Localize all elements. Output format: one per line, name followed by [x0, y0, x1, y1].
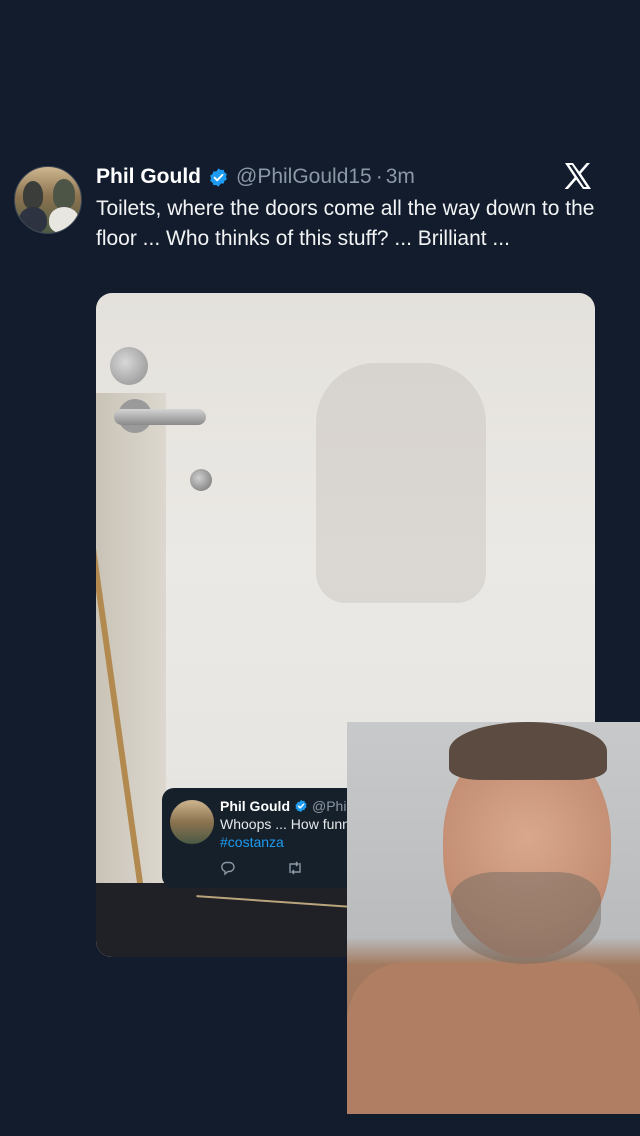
door-reflection: [316, 363, 486, 603]
tweet-time[interactable]: 3m: [386, 165, 415, 189]
shirt: [347, 962, 640, 1114]
retweet-button[interactable]: [286, 860, 304, 876]
author-avatar[interactable]: [14, 166, 82, 234]
tweet-text: Toilets, where the doors come all the wa…: [96, 197, 595, 250]
beard: [451, 872, 601, 964]
reply-icon: [221, 861, 235, 876]
door-handle: [114, 409, 206, 425]
quoted-author-name[interactable]: Phil Gould: [220, 798, 290, 814]
door-knob: [190, 469, 212, 491]
x-logo-icon: [564, 163, 591, 189]
reply-button[interactable]: [220, 860, 236, 876]
author-handle[interactable]: @PhilGould15: [236, 165, 372, 189]
author-name[interactable]: Phil Gould: [96, 165, 201, 189]
quoted-author-avatar[interactable]: [170, 800, 214, 844]
door-lock: [110, 347, 148, 385]
tweet-card: Phil Gould @PhilGould15 · 3m Toilets, wh…: [0, 0, 640, 1136]
facecam-video-overlay: [347, 722, 640, 1114]
verified-badge-icon: [210, 167, 227, 187]
tweet-header: Phil Gould @PhilGould15 · 3m: [96, 160, 415, 194]
retweet-icon: [289, 861, 301, 875]
verified-badge-icon: [295, 799, 307, 813]
hashtag-link[interactable]: #costanza: [220, 834, 284, 850]
door-frame: [96, 393, 166, 957]
time-separator: ·: [375, 165, 383, 188]
hair: [449, 722, 607, 780]
